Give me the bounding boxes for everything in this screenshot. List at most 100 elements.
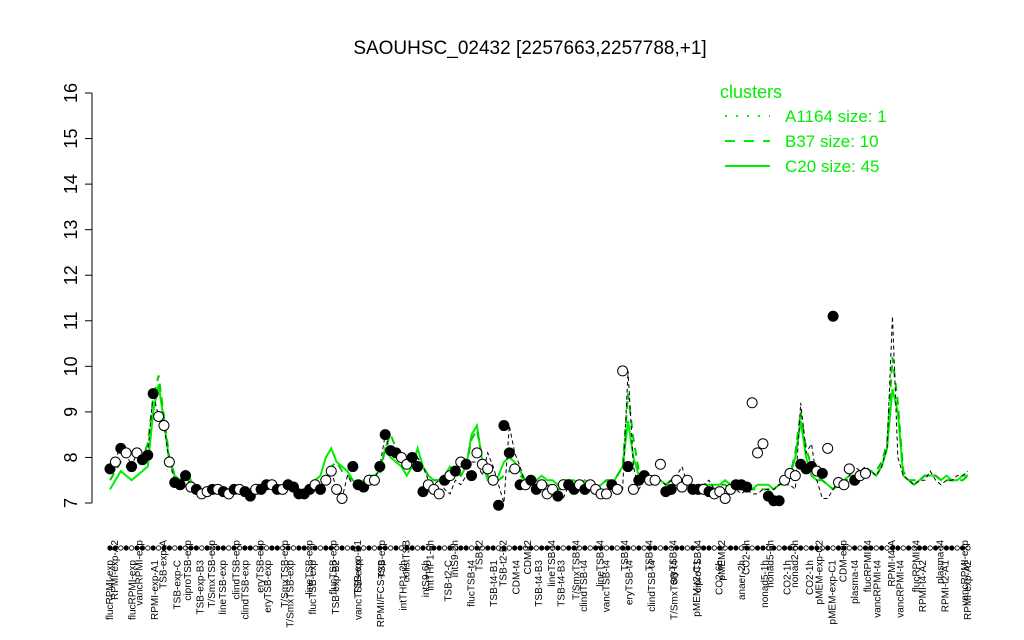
y-tick-label: 15 [61,129,81,149]
data-point [158,420,170,432]
rug-point [317,545,324,551]
x-label: T/SmxTSB-exp [286,560,297,628]
x-label: flucRPMI-exp [128,560,139,620]
x-label: TSB-t4-B3 [534,560,545,607]
x-label: RPMI-t2-A1 [940,560,951,613]
rug-point [825,545,831,551]
x-label: intTHP1-2h [399,560,410,611]
x-label: TSB-exp-C [173,560,184,609]
data-point [180,470,192,482]
x-label: CO2-1h [805,560,816,595]
x-label: clindTSB-t4 [647,560,658,612]
rug-point [290,545,297,551]
chart: SAOUHSC_02432 [2257663,2257788,+1] 7 8 9 10… [61,38,974,628]
y-tick-label: 9 [61,407,81,417]
data-point [525,474,537,486]
chart-title: SAOUHSC_02432 [2257663,2257788,+1] [353,38,706,59]
data-point [600,488,612,500]
data-point [163,456,175,468]
data-point [109,456,121,468]
rug-point [344,545,351,551]
rug-point [123,545,129,551]
rug-point [371,545,378,551]
upper-label: T/SmxTSB-exp [207,540,218,608]
data-points [104,310,871,511]
rug-point [614,545,620,551]
rug-point [760,545,766,551]
data-point [827,310,839,322]
rug-point [366,545,372,551]
rug-point [172,545,178,551]
data-point [314,483,326,495]
y-tick-label: 11 [61,311,81,330]
series-line-dashed [109,357,969,496]
x-label: RPMI-exp-A2 [963,560,974,620]
data-point [482,463,494,475]
y-tick-label: 7 [61,498,81,508]
x-label: intS9-6h [421,560,432,597]
y-axis: 7 8 9 10 11 12 13 14 15 16 [61,83,93,508]
x-label: vancTSB-t4 [602,560,613,613]
rug-point [922,545,928,551]
x-label: TSB-exp-B2 [331,560,342,615]
data-point [822,442,834,454]
data-point [838,479,850,491]
data-point [374,461,386,473]
rug-point [727,545,734,551]
x-label: nonad5-1h [760,560,771,608]
upper-label: TSB-t2-B2 [499,540,510,587]
data-point [449,465,461,477]
y-tick-label: 13 [61,220,81,240]
rug-point [706,545,712,551]
rug-point [490,545,496,551]
data-point [536,479,548,491]
rug-point [414,545,421,551]
rug-point [582,545,588,551]
x-label: clindTSB-t4 [579,560,590,612]
data-point [412,461,424,473]
rug-point [830,545,836,551]
data-point [617,365,629,377]
rug-point [247,545,253,551]
data-point [552,490,564,502]
x-label: CDM-t4 [511,560,522,595]
x-label: vancRPMI-t4 [895,560,906,618]
data-point [816,467,828,479]
data-point [493,499,505,511]
x-label: TSB-t4-B3 [557,560,568,607]
rug-point [242,545,248,551]
data-point [379,429,391,441]
rug-point [420,545,426,551]
data-point [665,483,677,495]
rug-point [193,545,199,551]
data-point [611,483,623,495]
data-point [153,410,165,422]
data-point [471,447,483,459]
data-point [142,449,154,461]
data-point [460,458,472,470]
data-point [174,479,186,491]
rug-point [145,545,151,551]
rug-point [560,545,566,551]
x-label: pMEM-exp-C1 [828,560,839,625]
rug-point [684,545,690,551]
x-label: RPMI/FCS-exp [376,560,387,628]
data-point [741,481,753,493]
legend-label: B37 size: 10 [785,132,879,151]
rug-point [436,545,442,551]
x-label: RPMI-exp-A1 [150,560,161,620]
x-label: eryTSB-t4 [624,560,635,605]
rug-point [199,545,205,551]
data-point [719,492,731,504]
rug-point [879,545,885,551]
series-line-sample [109,316,969,504]
data-point [622,461,634,473]
rug-point [517,545,523,551]
upper-label: CDM-t2 [523,540,534,575]
data-point [325,465,337,477]
data-point [147,388,159,400]
rug-point [781,545,788,551]
data-point [789,470,801,482]
data-point [859,467,871,479]
rug-point [539,545,545,551]
